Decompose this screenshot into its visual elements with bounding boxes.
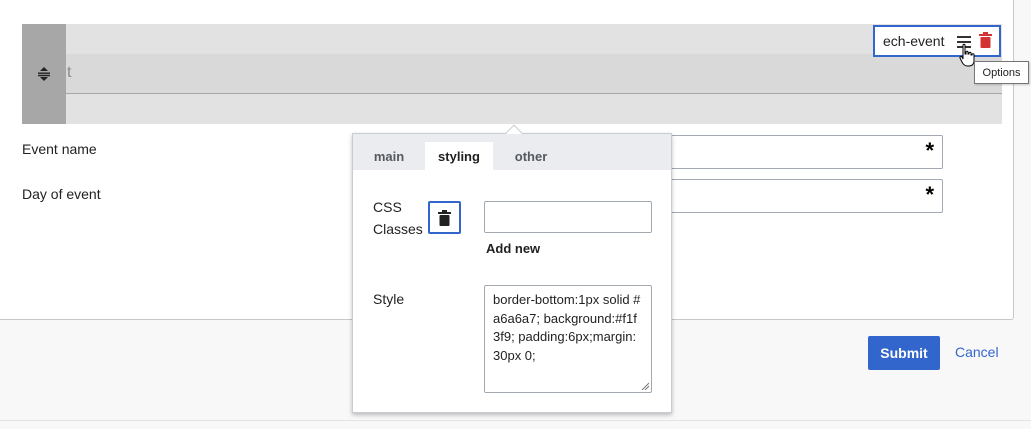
submit-button[interactable]: Submit bbox=[868, 336, 940, 370]
trash-icon bbox=[438, 209, 451, 226]
required-marker: * bbox=[925, 182, 934, 207]
block-badge: ech-event bbox=[873, 25, 1001, 57]
block-delete-button[interactable] bbox=[979, 32, 993, 50]
footer-divider bbox=[0, 420, 1031, 421]
tab-main[interactable]: main bbox=[359, 142, 419, 170]
block-settings-popup: main styling other CSS Classes Add new S… bbox=[352, 124, 672, 413]
drag-handle[interactable] bbox=[22, 24, 66, 124]
css-classes-label-line1: CSS bbox=[373, 199, 402, 215]
event-name-label: Event name bbox=[22, 141, 97, 157]
css-classes-label: CSS Classes bbox=[373, 196, 423, 240]
trash-icon bbox=[979, 32, 992, 48]
block-badge-label: ech-event bbox=[883, 33, 945, 49]
required-marker: * bbox=[925, 138, 934, 163]
resize-grip-icon[interactable] bbox=[641, 382, 649, 390]
css-classes-label-line2: Classes bbox=[373, 221, 423, 237]
tab-styling[interactable]: styling bbox=[425, 142, 493, 170]
style-textarea[interactable]: border-bottom:1px solid #a6a6a7; backgro… bbox=[484, 285, 652, 393]
popup-tabbar: main styling other bbox=[353, 134, 671, 170]
day-of-event-input[interactable]: * bbox=[668, 179, 943, 213]
add-new-css-class-button[interactable]: Add new bbox=[486, 241, 540, 256]
cancel-link[interactable]: Cancel bbox=[955, 344, 999, 360]
tab-other[interactable]: other bbox=[500, 142, 562, 170]
style-textarea-value: border-bottom:1px solid #a6a6a7; backgro… bbox=[493, 292, 641, 363]
day-of-event-label: Day of event bbox=[22, 186, 101, 202]
css-class-delete-button[interactable] bbox=[428, 201, 461, 234]
form-block[interactable]: t bbox=[22, 24, 1002, 124]
css-class-input[interactable] bbox=[484, 201, 652, 233]
event-name-input[interactable]: * bbox=[668, 135, 943, 169]
block-inner-field: t bbox=[66, 54, 1002, 94]
style-label: Style bbox=[373, 291, 405, 307]
options-tooltip: Options bbox=[974, 61, 1029, 84]
block-inner-text: t bbox=[67, 64, 72, 81]
drag-handle-icon bbox=[38, 67, 50, 81]
